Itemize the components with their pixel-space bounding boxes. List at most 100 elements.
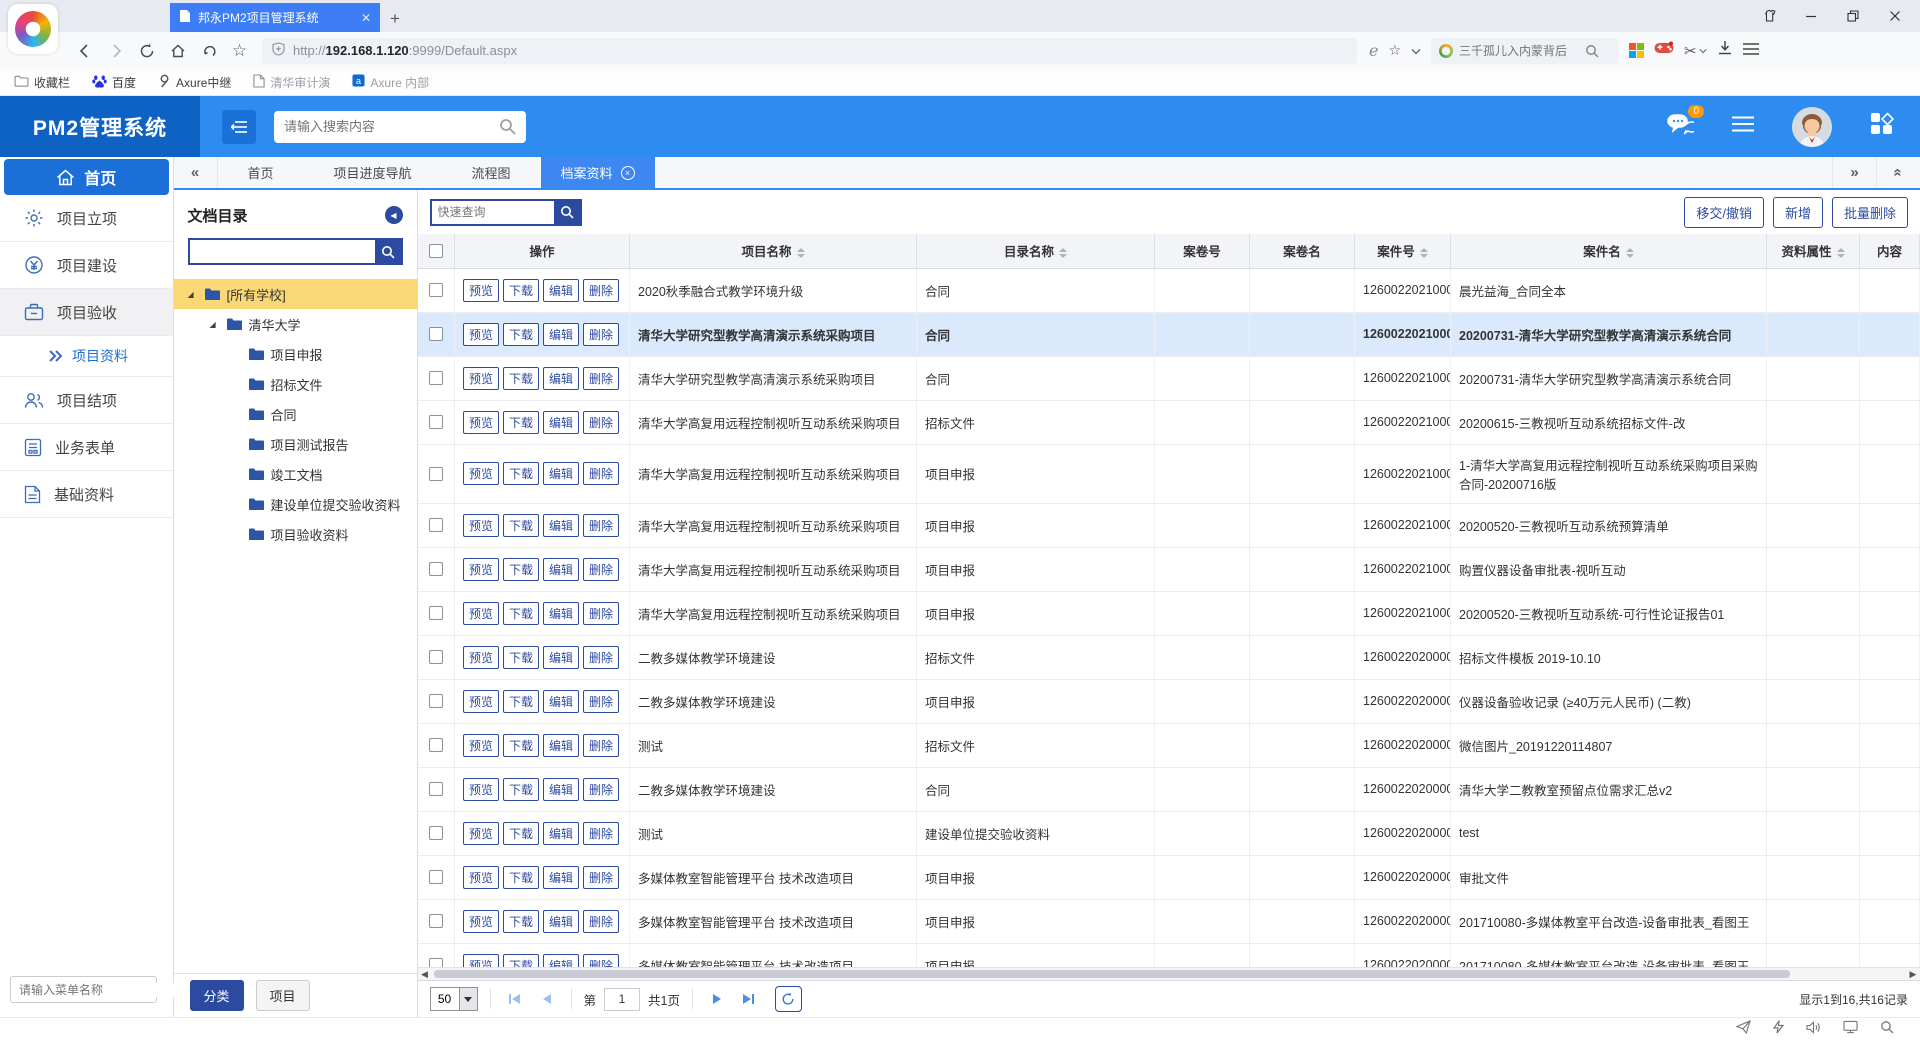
expander-icon[interactable]: ◢ xyxy=(210,320,220,329)
delete-button[interactable]: 删除 xyxy=(583,462,619,485)
menu-search-box[interactable] xyxy=(10,976,157,1003)
preview-button[interactable]: 预览 xyxy=(463,690,499,713)
preview-button[interactable]: 预览 xyxy=(463,822,499,845)
column-header-项目名称[interactable]: 项目名称 xyxy=(630,234,917,268)
preview-button[interactable]: 预览 xyxy=(463,778,499,801)
tree-node[interactable]: 招标文件 xyxy=(174,369,417,399)
download-button[interactable]: 下载 xyxy=(503,822,539,845)
edit-button[interactable]: 编辑 xyxy=(543,646,579,669)
edit-button[interactable]: 编辑 xyxy=(543,279,579,302)
tab-首页[interactable]: 首页 xyxy=(218,157,304,188)
collapse-menu-button[interactable] xyxy=(222,110,256,144)
delete-button[interactable]: 删除 xyxy=(583,778,619,801)
tab-close-icon[interactable]: ✕ xyxy=(361,11,371,25)
user-avatar[interactable] xyxy=(1792,107,1832,147)
browser-search-box[interactable] xyxy=(1431,38,1619,64)
tree-node[interactable]: 合同 xyxy=(174,399,417,429)
download-button[interactable]: 下载 xyxy=(503,558,539,581)
speaker-icon[interactable] xyxy=(1806,1021,1821,1039)
tree-search-button[interactable] xyxy=(375,240,401,263)
download-button[interactable]: 下载 xyxy=(503,367,539,390)
preview-button[interactable]: 预览 xyxy=(463,866,499,889)
edit-button[interactable]: 编辑 xyxy=(543,602,579,625)
skin-theme-icon[interactable] xyxy=(1752,2,1786,30)
delete-button[interactable]: 删除 xyxy=(583,910,619,933)
sidebar-item-基础资料[interactable]: 基础资料 xyxy=(0,471,173,518)
chevron-down-icon[interactable] xyxy=(1411,42,1421,60)
row-checkbox[interactable] xyxy=(429,327,443,341)
delete-button[interactable]: 删除 xyxy=(583,602,619,625)
page-number-input[interactable] xyxy=(604,988,640,1011)
delete-button[interactable]: 删除 xyxy=(583,558,619,581)
select-all-checkbox[interactable] xyxy=(429,244,443,258)
tree-node[interactable]: 项目验收资料 xyxy=(174,519,417,549)
row-checkbox[interactable] xyxy=(429,415,443,429)
tree-node[interactable]: 建设单位提交验收资料 xyxy=(174,489,417,519)
edit-button[interactable]: 编辑 xyxy=(543,323,579,346)
edit-button[interactable]: 编辑 xyxy=(543,822,579,845)
download-icon[interactable] xyxy=(1717,40,1733,61)
page-size-select[interactable]: 50 xyxy=(430,987,478,1011)
row-checkbox[interactable] xyxy=(429,467,443,481)
row-checkbox[interactable] xyxy=(429,870,443,884)
edit-button[interactable]: 编辑 xyxy=(543,558,579,581)
sidebar-item-home[interactable]: 首页 xyxy=(4,159,169,195)
horizontal-scrollbar[interactable]: ◀ ▶ xyxy=(418,967,1920,980)
preview-button[interactable]: 预览 xyxy=(463,514,499,537)
delete-button[interactable]: 删除 xyxy=(583,954,619,968)
address-bar[interactable]: http://192.168.1.120:9999/Default.aspx xyxy=(262,38,1357,64)
minimize-icon[interactable] xyxy=(1794,2,1828,30)
delete-button[interactable]: 删除 xyxy=(583,514,619,537)
edit-button[interactable]: 编辑 xyxy=(543,866,579,889)
edit-button[interactable]: 编辑 xyxy=(543,778,579,801)
tab-项目进度导航[interactable]: 项目进度导航 xyxy=(304,157,442,188)
delete-button[interactable]: 删除 xyxy=(583,866,619,889)
download-button[interactable]: 下载 xyxy=(503,954,539,968)
download-button[interactable]: 下载 xyxy=(503,323,539,346)
batch-delete-button[interactable]: 批量删除 xyxy=(1832,197,1908,228)
paper-plane-icon[interactable] xyxy=(1736,1020,1751,1039)
tree-node[interactable]: ◢[所有学校] xyxy=(174,279,417,309)
tab-close-icon[interactable]: × xyxy=(621,166,635,180)
preview-button[interactable]: 预览 xyxy=(463,734,499,757)
edit-button[interactable]: 编辑 xyxy=(543,367,579,390)
tree-node[interactable]: 项目申报 xyxy=(174,339,417,369)
edit-button[interactable]: 编辑 xyxy=(543,734,579,757)
sidebar-item-项目资料[interactable]: 项目资料 xyxy=(0,336,173,377)
bookmark-item[interactable]: aAxure 内部 xyxy=(352,74,429,91)
project-button[interactable]: 项目 xyxy=(256,980,310,1011)
tabs-scroll-left-icon[interactable]: « xyxy=(174,157,218,188)
browser-search-input[interactable] xyxy=(1459,44,1579,58)
download-button[interactable]: 下载 xyxy=(503,646,539,669)
row-checkbox[interactable] xyxy=(429,914,443,928)
close-icon[interactable] xyxy=(1878,2,1912,30)
global-search-box[interactable] xyxy=(274,111,526,143)
column-header-案件名[interactable]: 案件名 xyxy=(1451,234,1767,268)
tab-档案资料[interactable]: 档案资料× xyxy=(541,157,655,188)
edit-button[interactable]: 编辑 xyxy=(543,462,579,485)
delete-button[interactable]: 删除 xyxy=(583,323,619,346)
tree-node[interactable]: ◢清华大学 xyxy=(174,309,417,339)
sidebar-item-业务表单[interactable]: 业务表单 xyxy=(0,424,173,471)
download-button[interactable]: 下载 xyxy=(503,866,539,889)
download-button[interactable]: 下载 xyxy=(503,411,539,434)
browser-menu-icon[interactable] xyxy=(1743,42,1759,60)
quick-search-box[interactable] xyxy=(430,199,582,226)
download-button[interactable]: 下载 xyxy=(503,910,539,933)
preview-button[interactable]: 预览 xyxy=(463,323,499,346)
home-icon[interactable] xyxy=(163,37,192,65)
quick-search-button[interactable] xyxy=(554,201,580,224)
delete-button[interactable]: 删除 xyxy=(583,690,619,713)
edit-button[interactable]: 编辑 xyxy=(543,954,579,968)
apps-grid-icon[interactable] xyxy=(1629,43,1644,58)
preview-button[interactable]: 预览 xyxy=(463,462,499,485)
scrollbar-thumb[interactable] xyxy=(434,970,1791,978)
bookmark-item[interactable]: 清华审计演 xyxy=(253,74,330,91)
tabs-collapse-icon[interactable]: « xyxy=(1876,157,1920,188)
new-tab-button[interactable]: + xyxy=(380,6,410,32)
delete-button[interactable]: 删除 xyxy=(583,646,619,669)
select-dropdown-icon[interactable] xyxy=(459,988,477,1010)
bookmark-item[interactable]: 百度 xyxy=(92,74,136,91)
preview-button[interactable]: 预览 xyxy=(463,954,499,968)
header-menu-icon[interactable] xyxy=(1732,116,1754,137)
